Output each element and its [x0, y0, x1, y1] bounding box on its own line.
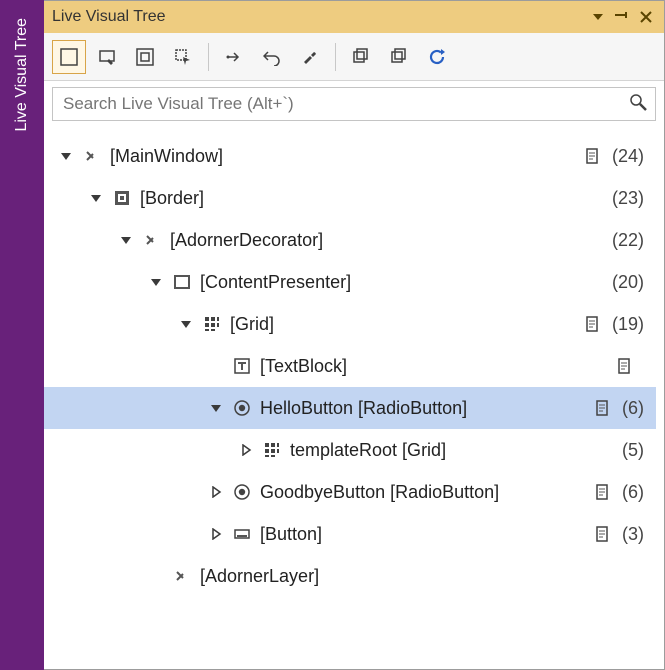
tree-row[interactable]: [AdornerDecorator] (22)	[44, 219, 656, 261]
scope-to-selection-button[interactable]	[52, 40, 86, 74]
descendant-count: (23)	[612, 188, 644, 209]
tree[interactable]: [MainWindow] (24) [Border] (23) [AdornerDeco…	[44, 129, 664, 669]
expander-none	[148, 568, 164, 584]
tree-row[interactable]: [MainWindow] (24)	[44, 135, 656, 177]
panel-title: Live Visual Tree	[52, 8, 584, 26]
go-to-live-property-button[interactable]	[217, 40, 251, 74]
view-source-icon[interactable]	[580, 316, 604, 332]
close-button[interactable]	[636, 7, 656, 27]
side-tab-strip: Live Visual Tree	[0, 0, 44, 670]
text-icon	[230, 354, 254, 378]
tree-row[interactable]: templateRoot [Grid] (5)	[44, 429, 656, 471]
angle-icon	[140, 228, 164, 252]
search-row	[44, 81, 664, 129]
expander-none	[208, 358, 224, 374]
expander-icon[interactable]	[208, 400, 224, 416]
descendant-count: (6)	[622, 398, 644, 419]
tree-row[interactable]: [Button] (3)	[44, 513, 656, 555]
expander-icon[interactable]	[58, 148, 74, 164]
grid-icon	[260, 438, 284, 462]
tree-row[interactable]: [Grid] (19)	[44, 303, 656, 345]
expander-icon[interactable]	[118, 232, 134, 248]
settings-button[interactable]	[293, 40, 327, 74]
descendant-count: (22)	[612, 230, 644, 251]
angle-icon	[80, 144, 104, 168]
button-icon	[230, 522, 254, 546]
toolbar	[44, 33, 664, 81]
tree-row-label: [MainWindow]	[110, 146, 580, 167]
select-element-button[interactable]	[90, 40, 124, 74]
radio-icon	[230, 396, 254, 420]
tree-row[interactable]: HelloButton [RadioButton] (6)	[44, 387, 656, 429]
expander-icon[interactable]	[208, 484, 224, 500]
search-icon[interactable]	[629, 93, 647, 116]
border-icon	[110, 186, 134, 210]
track-focused-button[interactable]	[166, 40, 200, 74]
tree-row-label: [TextBlock]	[260, 356, 612, 377]
panel-menu-button[interactable]	[588, 7, 608, 27]
expander-icon[interactable]	[88, 190, 104, 206]
tree-row-label: HelloButton [RadioButton]	[260, 398, 590, 419]
tree-row[interactable]: GoodbyeButton [RadioButton] (6)	[44, 471, 656, 513]
tree-row[interactable]: [AdornerLayer]	[44, 555, 656, 597]
descendant-count: (19)	[612, 314, 644, 335]
toolbar-separator	[208, 43, 209, 71]
tree-row-label: [AdornerDecorator]	[170, 230, 580, 251]
view-source-icon[interactable]	[590, 526, 614, 542]
tree-row-label: [ContentPresenter]	[200, 272, 580, 293]
tree-row[interactable]: [ContentPresenter] (20)	[44, 261, 656, 303]
tab-live-visual-tree[interactable]: Live Visual Tree	[9, 10, 35, 140]
show-layout-adorners-button[interactable]	[128, 40, 162, 74]
tree-row-label: [Border]	[140, 188, 580, 209]
tree-row-label: [AdornerLayer]	[200, 566, 612, 587]
undo-button[interactable]	[255, 40, 289, 74]
view-source-icon[interactable]	[590, 400, 614, 416]
refresh-button[interactable]	[420, 40, 454, 74]
expander-icon[interactable]	[208, 526, 224, 542]
tree-row-label: [Button]	[260, 524, 590, 545]
collapse-all-button[interactable]	[344, 40, 378, 74]
expand-all-button[interactable]	[382, 40, 416, 74]
search-input[interactable]	[61, 93, 629, 115]
expander-icon[interactable]	[148, 274, 164, 290]
descendant-count: (20)	[612, 272, 644, 293]
search-box[interactable]	[52, 87, 656, 121]
descendant-count: (3)	[622, 524, 644, 545]
grid-icon	[200, 312, 224, 336]
view-source-icon[interactable]	[580, 148, 604, 164]
tree-row-label: [Grid]	[230, 314, 580, 335]
view-source-icon[interactable]	[612, 358, 636, 374]
angle-icon	[170, 564, 194, 588]
tree-row[interactable]: [TextBlock]	[44, 345, 656, 387]
view-source-icon[interactable]	[590, 484, 614, 500]
tree-row-label: GoodbyeButton [RadioButton]	[260, 482, 590, 503]
toolbar-separator	[335, 43, 336, 71]
descendant-count: (5)	[622, 440, 644, 461]
descendant-count: (24)	[612, 146, 644, 167]
descendant-count: (6)	[622, 482, 644, 503]
titlebar: Live Visual Tree	[44, 1, 664, 33]
radio-icon	[230, 480, 254, 504]
content-icon	[170, 270, 194, 294]
panel-live-visual-tree: Live Visual Tree [MainWindow] (24) [Border…	[44, 0, 665, 670]
pin-button[interactable]	[612, 7, 632, 27]
expander-icon[interactable]	[178, 316, 194, 332]
tree-row[interactable]: [Border] (23)	[44, 177, 656, 219]
expander-icon[interactable]	[238, 442, 254, 458]
tree-row-label: templateRoot [Grid]	[290, 440, 590, 461]
